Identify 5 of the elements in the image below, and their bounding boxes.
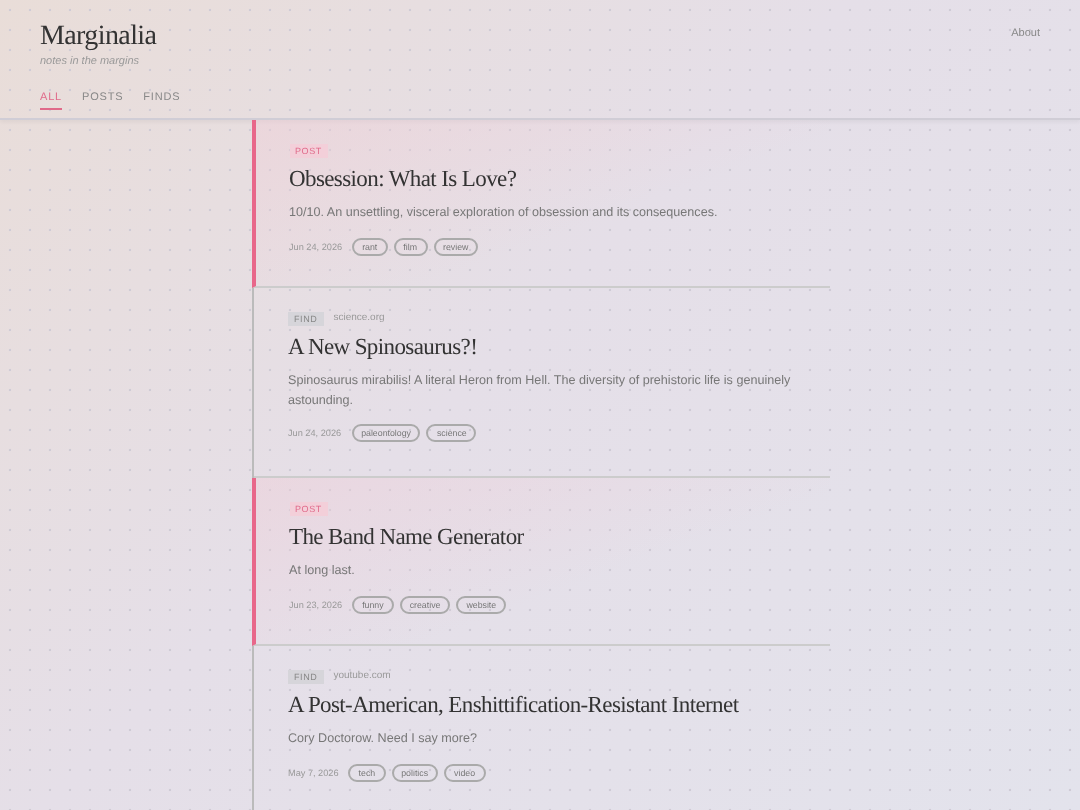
entry-title[interactable]: A Post-American, Enshittification-Resistant Internet	[288, 694, 794, 718]
entry-title[interactable]: The Band Name Generator	[289, 526, 794, 550]
entry-title[interactable]: Obsession: What Is Love?	[289, 168, 794, 192]
site-title[interactable]: Marginalia	[40, 22, 181, 54]
entry-title[interactable]: A New Spinosaurus?!	[288, 336, 794, 360]
